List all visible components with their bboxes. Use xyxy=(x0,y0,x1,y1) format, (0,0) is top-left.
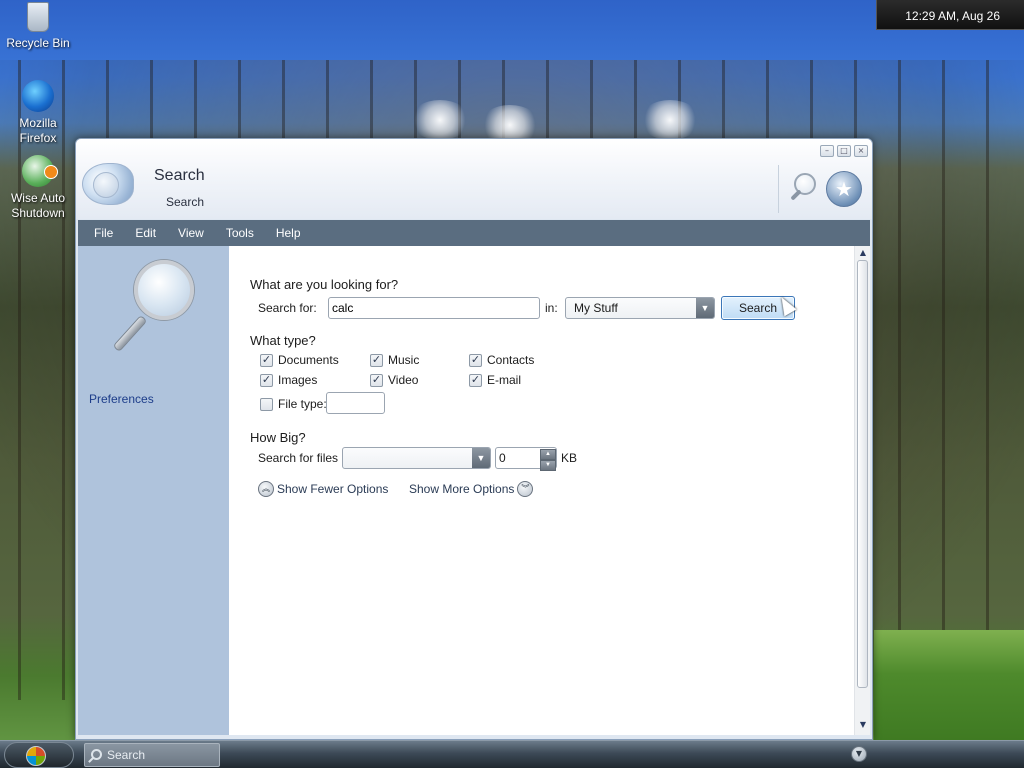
magnifier-icon xyxy=(112,260,202,356)
window-titlebar: Search Search – □ × ★ xyxy=(76,139,872,219)
scroll-thumb[interactable] xyxy=(857,260,868,688)
size-value-stepper[interactable]: 0 ▲ ▼ xyxy=(495,447,557,471)
desktop-icon-label: Recycle Bin xyxy=(6,36,70,50)
scroll-down-icon[interactable]: ▼ xyxy=(858,720,868,730)
vertical-scrollbar[interactable]: ▲ ▼ xyxy=(854,246,870,735)
scroll-up-icon[interactable]: ▲ xyxy=(858,248,868,258)
checkbox-images[interactable]: ✓ xyxy=(260,373,273,387)
menu-file[interactable]: File xyxy=(94,220,125,246)
looking-for-heading: What are you looking for? xyxy=(250,277,399,292)
wallpaper-blossom xyxy=(410,100,470,140)
video-label: Video xyxy=(388,373,419,387)
checkbox-file-type[interactable] xyxy=(260,397,273,411)
clock-gadget[interactable]: 12:29 AM, Aug 26 xyxy=(876,0,1024,30)
show-more-options-label: Show More Options xyxy=(409,482,515,496)
location-dropdown-value: My Stuff xyxy=(574,301,618,315)
documents-label: Documents xyxy=(278,353,339,367)
how-big-heading: How Big? xyxy=(250,430,306,445)
magnifier-handle xyxy=(114,316,146,351)
wallpaper-grass xyxy=(874,630,1024,740)
type-option-contacts[interactable]: ✓ Contacts xyxy=(469,353,534,367)
location-dropdown[interactable]: My Stuff ▼ xyxy=(565,297,715,319)
close-button[interactable]: × xyxy=(854,145,868,157)
type-option-video[interactable]: ✓ Video xyxy=(370,373,418,387)
desktop-icon-label: Mozilla Firefox xyxy=(19,116,57,145)
menu-edit[interactable]: Edit xyxy=(125,220,168,246)
desktop-icon-wise-auto-shutdown[interactable]: Wise Auto Shutdown xyxy=(0,155,76,221)
chevron-down-icon[interactable]: ▼ xyxy=(851,746,867,762)
type-option-file-type[interactable]: File type: xyxy=(260,397,327,411)
contacts-label: Contacts xyxy=(487,353,535,367)
desktop-icon-recycle-bin[interactable]: Recycle Bin xyxy=(0,2,76,51)
maximize-button[interactable]: □ xyxy=(837,145,851,157)
taskbar: Search ▼ xyxy=(0,740,1024,768)
desktop-icon-label: Wise Auto Shutdown xyxy=(10,191,66,220)
window-title: Search xyxy=(154,167,205,184)
taskbar-search-placeholder: Search xyxy=(107,748,146,762)
menu-view[interactable]: View xyxy=(168,220,216,246)
in-label: in: xyxy=(545,301,558,315)
desktop-icon-firefox[interactable]: Mozilla Firefox xyxy=(0,80,76,146)
minimize-button[interactable]: – xyxy=(820,145,834,157)
type-option-email[interactable]: ✓ E-mail xyxy=(469,373,521,387)
what-type-heading: What type? xyxy=(250,333,316,348)
wallpaper-blossom xyxy=(640,100,700,140)
chevron-down-icon: ︾ xyxy=(517,481,534,497)
start-button[interactable] xyxy=(4,742,74,768)
preferences-link[interactable]: Preferences xyxy=(89,392,154,406)
images-label: Images xyxy=(278,373,318,387)
menu-help[interactable]: Help xyxy=(266,220,313,246)
search-window: Search Search – □ × ★ File Edit View Too… xyxy=(75,138,873,740)
search-handle xyxy=(790,189,802,201)
chevron-down-icon: ▼ xyxy=(472,448,490,468)
recycle-bin-icon xyxy=(27,2,49,32)
wise-auto-shutdown-icon xyxy=(22,155,58,187)
chevron-down-icon: ▼ xyxy=(696,298,714,318)
email-label: E-mail xyxy=(487,373,522,387)
toolbar-divider xyxy=(778,165,779,213)
checkbox-contacts[interactable]: ✓ xyxy=(469,353,482,367)
sidebar: Preferences xyxy=(78,246,229,735)
stepper-up-icon[interactable]: ▲ xyxy=(540,449,556,460)
stepper-buttons: ▲ ▼ xyxy=(540,449,556,471)
window-controls: – □ × xyxy=(820,145,868,157)
menu-tools[interactable]: Tools xyxy=(216,220,266,246)
show-fewer-options-label: Show Fewer Options xyxy=(277,482,389,496)
back-arrow-icon xyxy=(93,172,119,198)
type-option-documents[interactable]: ✓ Documents xyxy=(260,353,339,367)
checkbox-video[interactable]: ✓ xyxy=(370,373,383,387)
file-type-input[interactable] xyxy=(326,392,385,414)
checkbox-documents[interactable]: ✓ xyxy=(260,353,273,367)
checkbox-email[interactable]: ✓ xyxy=(469,373,482,387)
search-icon[interactable] xyxy=(788,171,818,205)
taskbar-search-box[interactable]: Search xyxy=(84,743,220,767)
search-for-label: Search for: xyxy=(258,301,317,315)
type-option-images[interactable]: ✓ Images xyxy=(260,373,317,387)
magnifier-lens xyxy=(134,260,194,320)
favorites-star-icon[interactable]: ★ xyxy=(826,171,862,207)
type-option-music[interactable]: ✓ Music xyxy=(370,353,419,367)
size-mode-dropdown[interactable]: ▼ xyxy=(342,447,491,469)
file-type-label: File type: xyxy=(278,397,327,411)
firefox-icon xyxy=(22,80,54,112)
checkbox-music[interactable]: ✓ xyxy=(370,353,383,367)
window-breadcrumb[interactable]: Search xyxy=(166,195,204,209)
search-icon xyxy=(91,749,102,760)
search-query-input[interactable] xyxy=(328,297,540,319)
stepper-down-icon[interactable]: ▼ xyxy=(540,460,556,471)
menu-bar: File Edit View Tools Help xyxy=(78,220,870,246)
show-more-options-link[interactable]: Show More Options ︾ xyxy=(409,481,534,497)
search-form: What are you looking for? Search for: in… xyxy=(229,246,854,735)
show-fewer-options-link[interactable]: ︽ Show Fewer Options xyxy=(258,481,388,497)
music-label: Music xyxy=(388,353,420,367)
back-button[interactable] xyxy=(82,163,134,205)
size-unit-label: KB xyxy=(561,451,578,465)
chevron-up-icon: ︽ xyxy=(258,481,274,497)
search-for-files-label: Search for files xyxy=(258,451,339,465)
size-value: 0 xyxy=(499,451,506,465)
windows-logo-icon xyxy=(26,746,46,766)
